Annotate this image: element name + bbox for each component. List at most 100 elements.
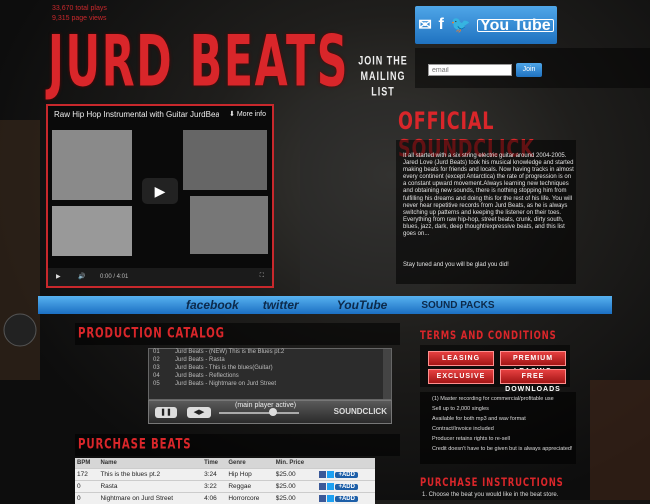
terms-heading: TERMS AND CONDITIONS — [420, 330, 557, 343]
track-list-scrollbar[interactable] — [383, 349, 391, 399]
cell-bpm: 172 — [75, 469, 98, 481]
track-number: 01 — [149, 349, 175, 357]
cell-price: $25.00 — [274, 493, 318, 504]
nav-sound-packs[interactable]: SOUND PACKS — [421, 300, 494, 311]
twitter-share-icon[interactable] — [327, 471, 334, 478]
add-to-cart-button[interactable]: +ADD — [335, 484, 358, 490]
video-frame — [190, 196, 268, 254]
social-nav-bar: facebook twitter YouTube SOUND PACKS — [38, 296, 612, 314]
row-actions: +ADD — [317, 481, 375, 493]
track-number: 02 — [149, 357, 175, 365]
free-downloads-button[interactable]: FREE DOWNLOADS — [500, 369, 566, 384]
row-actions: +ADD — [317, 469, 375, 481]
track-title: Jurd Beats - Rasta — [175, 357, 225, 365]
video-title[interactable]: Raw Hip Hop Instrumental with Guitar Jur… — [54, 110, 219, 119]
player-status: (main player active) — [235, 402, 296, 409]
video-frame — [52, 130, 132, 200]
bio-closing: Stay tuned and you will be glad you did! — [403, 262, 509, 268]
twitter-share-icon[interactable] — [327, 495, 334, 502]
twitter-share-icon[interactable] — [327, 483, 334, 490]
purchase-table: BPMNameTimeGenreMin. Price 172This is th… — [75, 458, 375, 504]
more-info-label: More info — [237, 111, 266, 118]
more-info-button[interactable]: ⬇ More info — [229, 110, 266, 118]
music-player: ❚❚ ◀▶ (main player active) SOUNDCLICK — [148, 400, 392, 424]
track-title: Jurd Beats - Nightmare on Jurd Street — [175, 381, 276, 389]
player-seek-handle[interactable] — [269, 408, 277, 416]
terms-list-item: (1) Master recording for commercial/prof… — [420, 394, 576, 404]
add-to-cart-button[interactable]: +ADD — [335, 496, 358, 502]
mailing-list-label: JOIN THE MAILING LIST — [355, 53, 411, 100]
production-heading: PRODUCTION CATALOG — [78, 325, 225, 341]
instruction-step-1: 1. Choose the beat you would like in the… — [422, 492, 558, 498]
column-header[interactable]: Genre — [226, 458, 273, 469]
cell-bpm: 0 — [75, 493, 98, 504]
youtube-icon[interactable]: You Tube — [477, 19, 554, 32]
column-header[interactable]: Time — [202, 458, 226, 469]
skip-button[interactable]: ◀▶ — [187, 407, 211, 418]
cell-name[interactable]: This is the blues pt.2 — [98, 469, 202, 481]
facebook-icon[interactable]: f — [438, 16, 443, 34]
twitter-bird-icon[interactable]: 🐦 — [450, 15, 470, 35]
track-list-item[interactable]: 01Jurd Beats - (NEW) This is the Blues p… — [149, 349, 391, 357]
facebook-share-icon[interactable] — [319, 483, 326, 490]
cell-price: $25.00 — [274, 469, 318, 481]
purchase-heading: PURCHASE BEATS — [78, 436, 191, 452]
join-button[interactable]: Join — [516, 63, 542, 77]
column-header[interactable]: BPM — [75, 458, 98, 469]
column-header[interactable]: Min. Price — [274, 458, 318, 469]
play-icon[interactable]: ▶ — [56, 273, 61, 280]
cell-genre: Horrorcore — [226, 493, 273, 504]
video-frame — [183, 130, 267, 190]
volume-icon[interactable]: 🔊 — [78, 273, 85, 280]
table-row[interactable]: 172This is the blues pt.23:24Hip Hop$25.… — [75, 469, 375, 481]
cell-genre: Reggae — [226, 481, 273, 493]
cell-name[interactable]: Nightmare on Jurd Street — [98, 493, 202, 504]
video-time: 0:00 / 4:01 — [100, 274, 128, 280]
cell-bpm: 0 — [75, 481, 98, 493]
track-list-item[interactable]: 03Jurd Beats - This is the blues(Guitar) — [149, 365, 391, 373]
exclusive-button[interactable]: EXCLUSIVE — [428, 369, 494, 384]
terms-list-item: Available for both mp3 and wav format — [420, 414, 576, 424]
bio-text: It all started with a six string electri… — [403, 153, 575, 238]
soundclick-logo[interactable]: SOUNDCLICK — [334, 407, 387, 416]
leasing-button[interactable]: LEASING — [428, 351, 494, 366]
pause-button[interactable]: ❚❚ — [155, 407, 177, 418]
track-list-item[interactable]: 02Jurd Beats - Rasta — [149, 357, 391, 365]
social-links: ✉ f 🐦 You Tube — [415, 6, 557, 44]
track-list-item[interactable]: 05Jurd Beats - Nightmare on Jurd Street — [149, 381, 391, 389]
table-row[interactable]: 0Rasta3:22Reggae$25.00+ADD — [75, 481, 375, 493]
nav-twitter[interactable]: twitter — [263, 298, 299, 312]
email-field[interactable] — [428, 64, 512, 76]
cell-time: 3:24 — [202, 469, 226, 481]
envelope-icon[interactable]: ✉ — [418, 15, 431, 35]
add-to-cart-button[interactable]: +ADD — [335, 472, 358, 478]
video-frame — [52, 206, 132, 256]
play-button[interactable]: ▶ — [142, 178, 178, 204]
row-actions: +ADD — [317, 493, 375, 504]
nav-facebook[interactable]: facebook — [186, 298, 239, 312]
total-plays: 33,670 total plays — [52, 4, 107, 14]
player-progress[interactable] — [219, 412, 299, 414]
track-list[interactable]: 01Jurd Beats - (NEW) This is the Blues p… — [148, 348, 392, 400]
video-controls: ▶ 🔊 0:00 / 4:01 ⛶ — [48, 268, 272, 286]
fullscreen-icon[interactable]: ⛶ — [260, 273, 264, 280]
track-number: 05 — [149, 381, 175, 389]
column-header[interactable]: Name — [98, 458, 202, 469]
track-list-item[interactable]: 04Jurd Beats - Reflections — [149, 373, 391, 381]
facebook-share-icon[interactable] — [319, 495, 326, 502]
track-title: Jurd Beats - Reflections — [175, 373, 239, 381]
instructions-heading: PURCHASE INSTRUCTIONS — [420, 477, 564, 490]
track-number: 03 — [149, 365, 175, 373]
facebook-share-icon[interactable] — [319, 471, 326, 478]
site-logo[interactable]: JURD BEATS — [48, 22, 349, 103]
premium-leasing-button[interactable]: PREMIUM LEASING — [500, 351, 566, 366]
nav-youtube[interactable]: YouTube — [337, 298, 388, 312]
terms-list-item: Contract/Invoice included — [420, 424, 576, 434]
cell-genre: Hip Hop — [226, 469, 273, 481]
terms-list: (1) Master recording for commercial/prof… — [420, 392, 576, 464]
cell-name[interactable]: Rasta — [98, 481, 202, 493]
cell-time: 3:22 — [202, 481, 226, 493]
table-row[interactable]: 0Nightmare on Jurd Street4:06Horrorcore$… — [75, 493, 375, 504]
track-number: 04 — [149, 373, 175, 381]
video-player[interactable]: Raw Hip Hop Instrumental with Guitar Jur… — [46, 104, 274, 288]
